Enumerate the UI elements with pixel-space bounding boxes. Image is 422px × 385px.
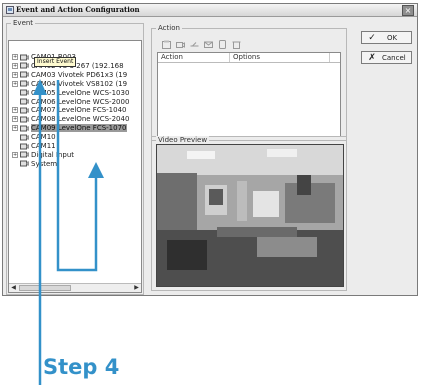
video-frame-image — [157, 145, 343, 286]
tree-item[interactable]: + CAM09 LevelOne FCS-1070 — [9, 124, 127, 133]
tree-item-label: CAM08 LevelOne WCS-2040 — [31, 115, 130, 124]
add-action-icon[interactable] — [162, 40, 171, 49]
expand-icon[interactable]: + — [12, 62, 18, 69]
tree-item-label: CAM07 LevelOne FCS-1040 — [31, 106, 127, 115]
camera-icon[interactable] — [176, 40, 185, 49]
scroll-left-icon[interactable]: ◀ — [9, 284, 18, 292]
tree-item[interactable]: CAM05 LevelOne WCS-1030 — [9, 89, 129, 97]
window-title: Event and Action Configuration — [16, 5, 140, 14]
camera-node-icon — [20, 151, 29, 158]
action-table[interactable]: Action Options — [157, 52, 341, 137]
ok-button[interactable]: ✓ OK — [361, 31, 412, 44]
video-preview-label: Video Preview — [156, 136, 210, 144]
expand-icon[interactable]: + — [12, 80, 18, 87]
camera-node-icon — [20, 116, 29, 123]
tree-item[interactable]: + CAM03 Vivotek PD61x3 (19 — [9, 71, 127, 79]
check-icon: ✓ — [368, 32, 376, 43]
camera-node-icon — [20, 80, 29, 87]
insert-event-tooltip: Insert Event — [34, 57, 77, 67]
tree-item[interactable]: + CAM04 Vivotek VS8102 (19 — [9, 80, 127, 88]
column-header-options[interactable]: Options — [230, 53, 330, 62]
tree-item-label: Digital Input — [31, 150, 75, 159]
delete-action-icon[interactable] — [232, 40, 241, 49]
expand-icon[interactable]: + — [12, 116, 18, 123]
expand-icon[interactable]: + — [12, 151, 18, 158]
cancel-button[interactable]: ✗ Cancel — [361, 51, 412, 64]
cross-icon: ✗ — [368, 52, 376, 63]
camera-node-icon — [20, 71, 29, 78]
event-tree[interactable]: +CAM01 B003+CAM02 VS-3 267 (192.168+CAM0… — [8, 40, 142, 293]
app-icon — [6, 6, 14, 14]
tree-horizontal-scrollbar[interactable]: ◀ ▶ — [9, 283, 141, 292]
scroll-right-icon[interactable]: ▶ — [132, 284, 141, 292]
camera-node-icon — [20, 143, 29, 149]
action-group-label: Action — [156, 24, 182, 32]
tree-item-label: CAM04 Vivotek VS8102 (19 — [31, 79, 128, 88]
camera-node-icon — [20, 89, 29, 96]
camera-node-icon — [20, 160, 29, 167]
expand-icon[interactable]: + — [12, 71, 18, 78]
tree-item[interactable]: CAM06 LevelOne WCS-2000 — [9, 98, 129, 106]
tree-item[interactable]: + CAM07 LevelOne FCS-1040 — [9, 106, 127, 114]
tree-item-label: CAM05 LevelOne WCS-1030 — [31, 88, 130, 97]
email-icon[interactable] — [204, 40, 213, 49]
camera-node-icon — [20, 98, 29, 105]
tree-item-label: CAM11 — [31, 142, 56, 150]
tree-item-label: CAM03 Vivotek PD61x3 (19 — [31, 70, 128, 79]
tree-item-label: CAM10 — [31, 133, 56, 142]
title-bar: Event and Action Configuration × — [3, 4, 417, 17]
camera-node-icon — [20, 107, 29, 114]
tree-item[interactable]: System — [9, 160, 57, 168]
camera-node-icon — [20, 134, 29, 141]
tree-item[interactable]: + Digital Input — [9, 151, 74, 159]
relay-icon[interactable] — [190, 40, 199, 49]
cancel-label: Cancel — [382, 53, 406, 62]
tree-item-label: CAM09 LevelOne FCS-1070 — [31, 124, 127, 133]
tree-item[interactable]: CAM11 — [9, 142, 56, 150]
expand-icon[interactable]: + — [12, 125, 18, 132]
expand-icon[interactable]: + — [12, 54, 18, 60]
action-toolbar — [162, 40, 241, 49]
step-label: Step 4 — [43, 355, 120, 379]
phone-icon[interactable] — [218, 40, 227, 49]
event-group-label: Event — [11, 19, 36, 27]
camera-node-icon — [20, 125, 29, 132]
tree-item-label: CAM06 LevelOne WCS-2000 — [31, 97, 130, 106]
ok-label: OK — [387, 33, 398, 42]
expand-icon[interactable]: + — [12, 107, 18, 114]
camera-node-icon — [20, 54, 29, 60]
close-button[interactable]: × — [402, 5, 414, 16]
tree-item[interactable]: CAM10 — [9, 133, 56, 141]
table-header-divider — [158, 62, 340, 63]
tree-item[interactable]: + CAM08 LevelOne WCS-2040 — [9, 115, 129, 123]
column-header-action[interactable]: Action — [158, 53, 230, 62]
camera-node-icon — [20, 62, 29, 69]
scroll-thumb[interactable] — [19, 285, 71, 291]
video-preview — [156, 144, 344, 287]
tree-item-label: System — [31, 159, 58, 168]
